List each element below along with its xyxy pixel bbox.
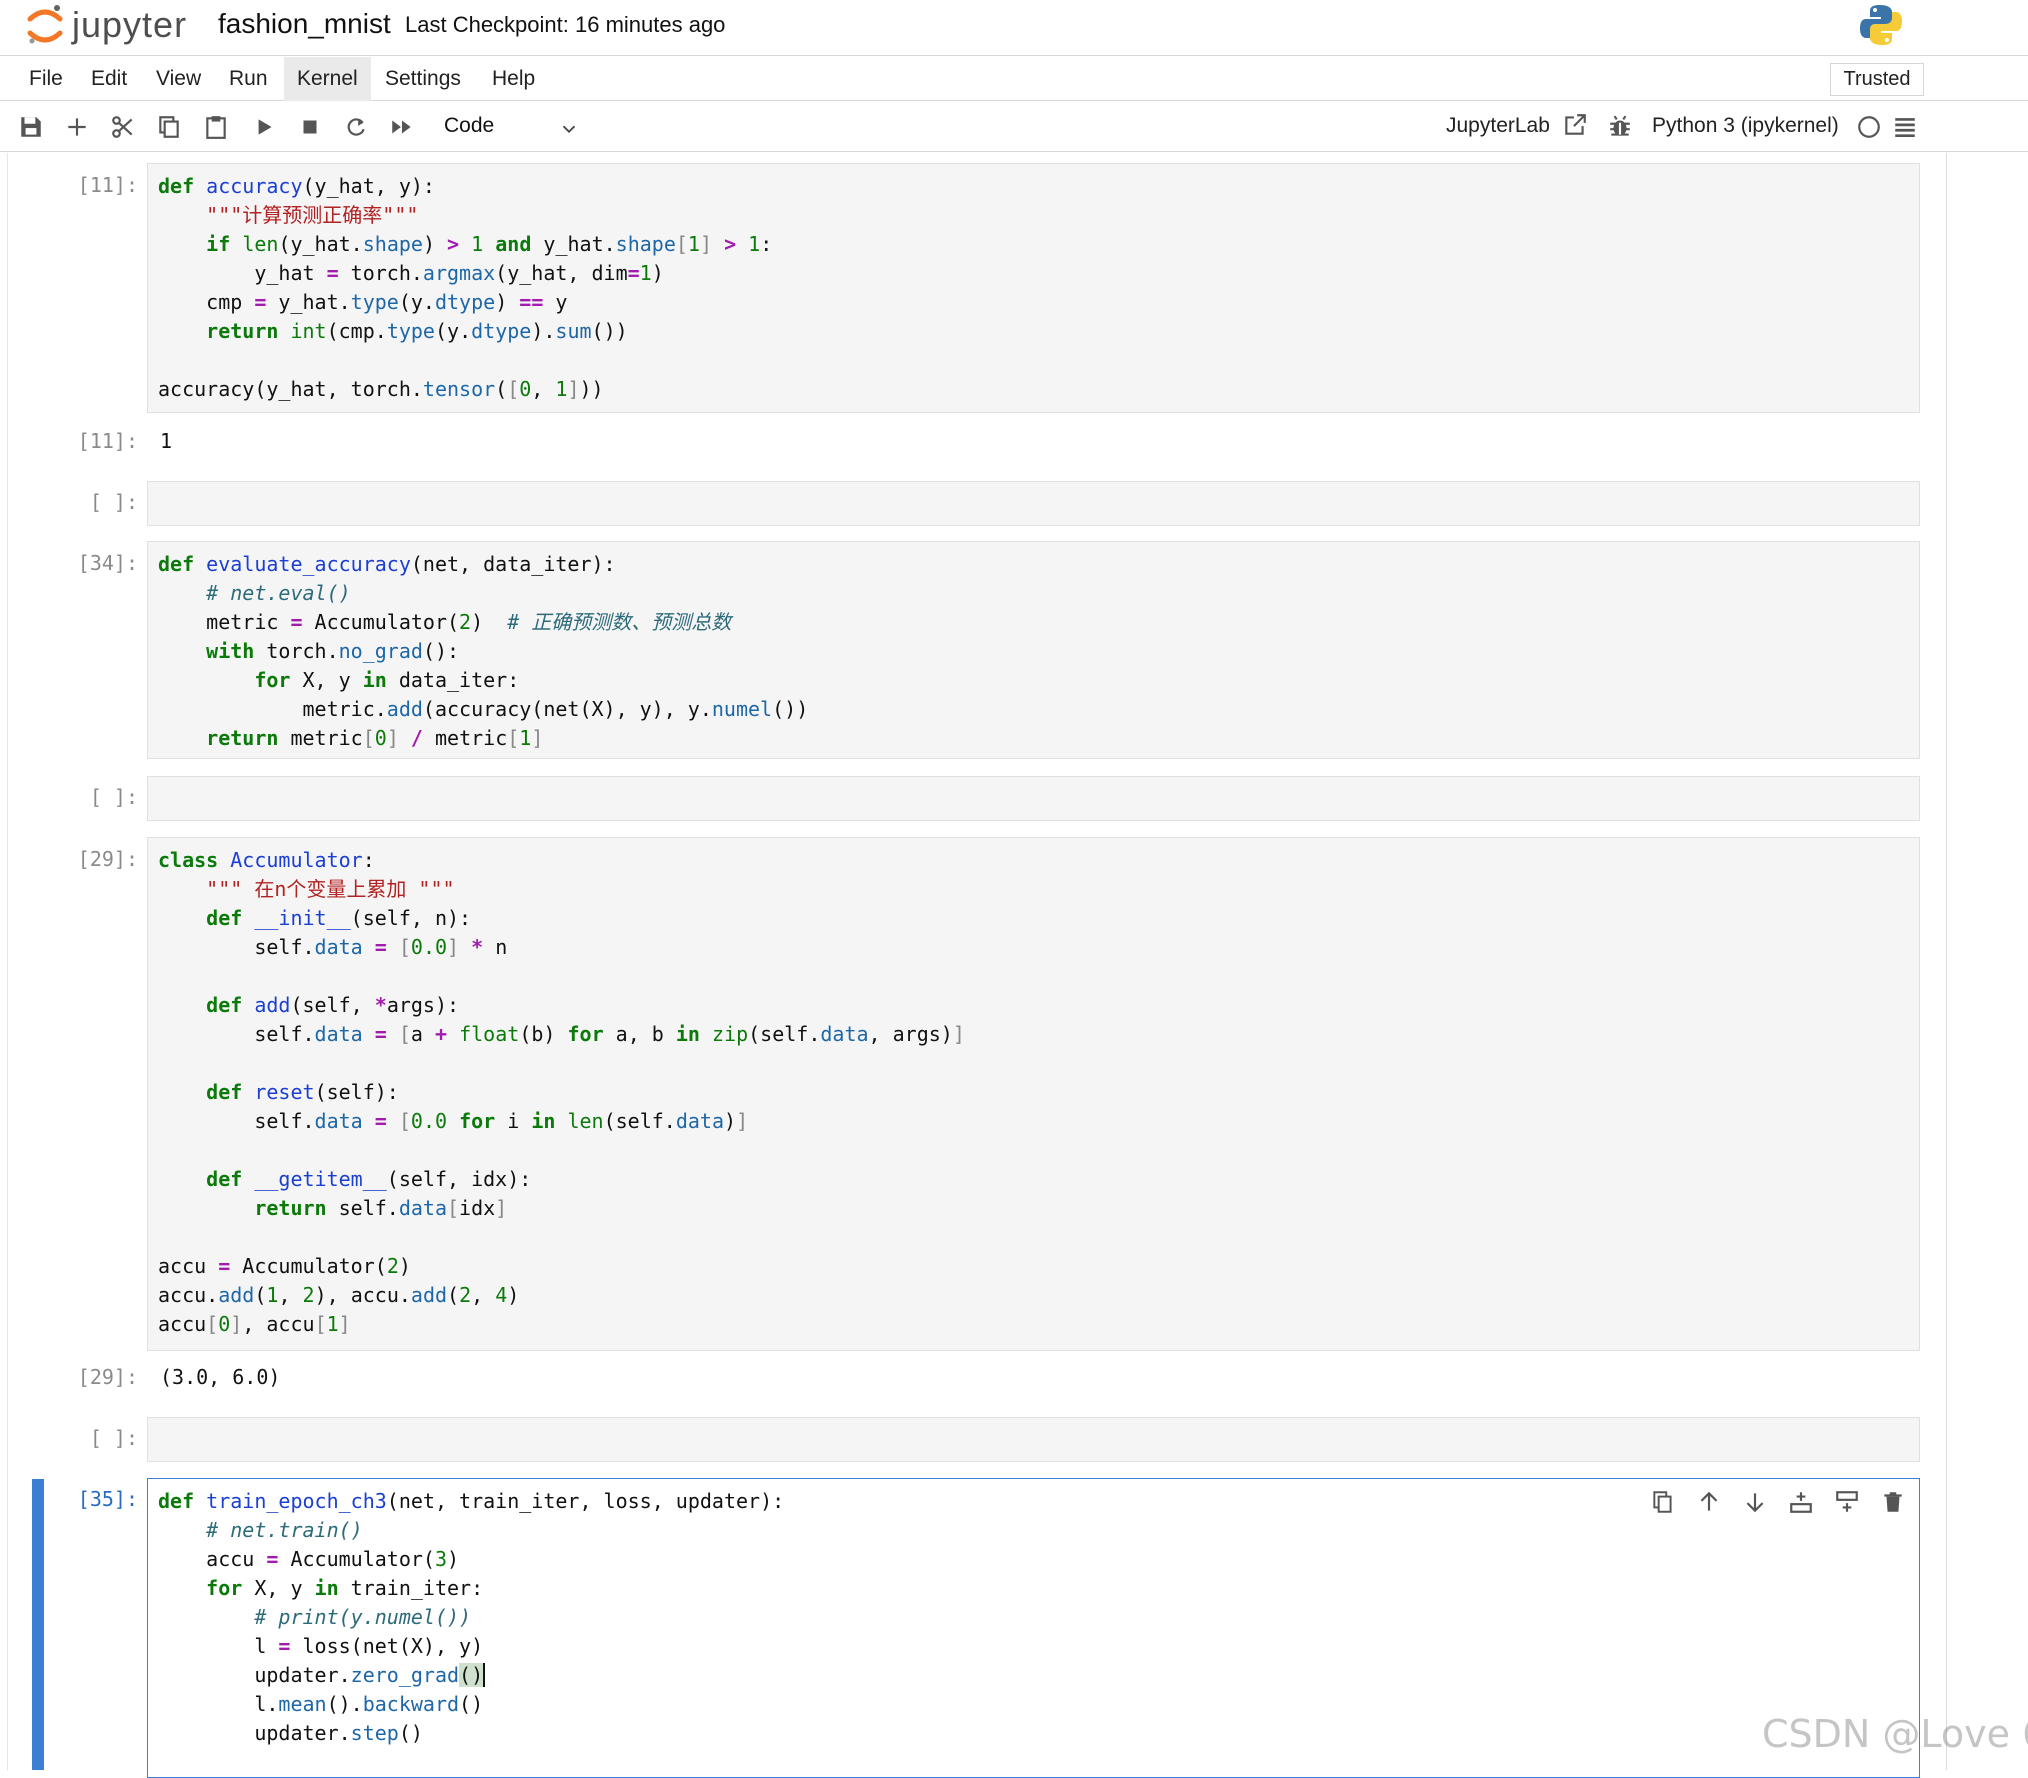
- menu-edit[interactable]: Edit: [78, 57, 140, 101]
- run-icon[interactable]: [251, 114, 277, 140]
- duplicate-icon[interactable]: [1650, 1489, 1676, 1515]
- save-icon[interactable]: [18, 114, 44, 140]
- copy-icon[interactable]: [156, 114, 182, 140]
- menu-file[interactable]: File: [16, 57, 76, 101]
- kernel-name[interactable]: Python 3 (ipykernel): [1652, 114, 1839, 138]
- move-up-icon[interactable]: [1696, 1489, 1722, 1515]
- external-link-icon[interactable]: [1562, 112, 1588, 138]
- cell-type-select[interactable]: Code: [444, 114, 494, 138]
- notebook-toolbar: Code JupyterLab Python 3 (ipykernel): [0, 102, 2028, 152]
- output-prompt: [29]:: [77, 1365, 138, 1389]
- menubar: File Edit View Run Kernel Settings Help …: [0, 57, 2028, 101]
- menu-view[interactable]: View: [143, 57, 214, 101]
- input-prompt: [ ]:: [89, 785, 138, 809]
- delete-icon[interactable]: [1880, 1489, 1906, 1515]
- menu-icon[interactable]: [1892, 114, 1918, 140]
- restart-icon[interactable]: [343, 114, 369, 140]
- active-cell-indicator: [32, 1479, 44, 1770]
- open-in-jupyterlab-link[interactable]: JupyterLab: [1446, 114, 1550, 138]
- input-prompt: [29]:: [77, 847, 138, 871]
- empty-code-cell[interactable]: [147, 1417, 1920, 1462]
- cell-action-toolbar: [1640, 1485, 1910, 1517]
- empty-code-cell[interactable]: [147, 776, 1920, 821]
- stop-icon[interactable]: [297, 114, 323, 140]
- jupyter-orbit-icon: [27, 5, 63, 44]
- notebook-title[interactable]: fashion_mnist: [218, 8, 391, 40]
- top-header: jupyter fashion_mnist Last Checkpoint: 1…: [0, 0, 2028, 56]
- menu-run[interactable]: Run: [216, 57, 281, 101]
- code-cell-accuracy[interactable]: def accuracy(y_hat, y): """计算预测正确率""" if…: [147, 163, 1920, 413]
- input-prompt: [11]:: [77, 173, 138, 197]
- code-cell-evaluate-accuracy[interactable]: def evaluate_accuracy(net, data_iter): #…: [147, 541, 1920, 759]
- debug-bug-icon[interactable]: [1607, 114, 1633, 140]
- csdn-watermark: CSDN @Love 6: [1762, 1712, 2028, 1756]
- cell-output: 1: [160, 429, 173, 453]
- trusted-badge[interactable]: Trusted: [1830, 63, 1924, 96]
- fast-forward-icon[interactable]: [389, 114, 415, 140]
- code-editor[interactable]: class Accumulator: """ 在n个变量上累加 """ def …: [148, 838, 1919, 1347]
- checkpoint-status: Last Checkpoint: 16 minutes ago: [405, 12, 726, 37]
- notebook-panel[interactable]: [11]: def accuracy(y_hat, y): """计算预测正确率…: [0, 153, 2028, 1778]
- left-divider: [7, 153, 8, 1770]
- kernel-idle-icon: [1858, 116, 1880, 138]
- empty-code-cell[interactable]: [147, 481, 1920, 526]
- menu-kernel[interactable]: Kernel: [284, 57, 371, 101]
- code-editor[interactable]: def train_epoch_ch3(net, train_iter, los…: [148, 1479, 1919, 1756]
- input-prompt: [35]:: [77, 1487, 138, 1511]
- code-editor[interactable]: def accuracy(y_hat, y): """计算预测正确率""" if…: [148, 164, 1919, 412]
- cut-icon[interactable]: [110, 114, 136, 140]
- menu-settings[interactable]: Settings: [372, 57, 474, 101]
- menu-help[interactable]: Help: [479, 57, 548, 101]
- paste-icon[interactable]: [203, 114, 229, 140]
- python-logo-icon: [1860, 5, 1902, 45]
- input-prompt: [ ]:: [89, 1426, 138, 1450]
- input-prompt: [ ]:: [89, 490, 138, 514]
- right-gutter-line: [1946, 153, 1947, 1770]
- logo-text: jupyter: [72, 4, 188, 45]
- input-prompt: [34]:: [77, 551, 138, 575]
- output-prompt: [11]:: [77, 429, 138, 453]
- jupyter-logo[interactable]: jupyter: [26, 2, 206, 48]
- code-editor[interactable]: def evaluate_accuracy(net, data_iter): #…: [148, 542, 1919, 761]
- chevron-down-icon[interactable]: [558, 118, 580, 140]
- code-cell-accumulator[interactable]: class Accumulator: """ 在n个变量上累加 """ def …: [147, 837, 1920, 1351]
- code-cell-train-epoch[interactable]: def train_epoch_ch3(net, train_iter, los…: [147, 1478, 1920, 1778]
- move-down-icon[interactable]: [1742, 1489, 1768, 1515]
- add-cell-icon[interactable]: [64, 114, 90, 140]
- insert-below-icon[interactable]: [1834, 1489, 1860, 1515]
- insert-above-icon[interactable]: [1788, 1489, 1814, 1515]
- cell-output: (3.0, 6.0): [160, 1365, 281, 1389]
